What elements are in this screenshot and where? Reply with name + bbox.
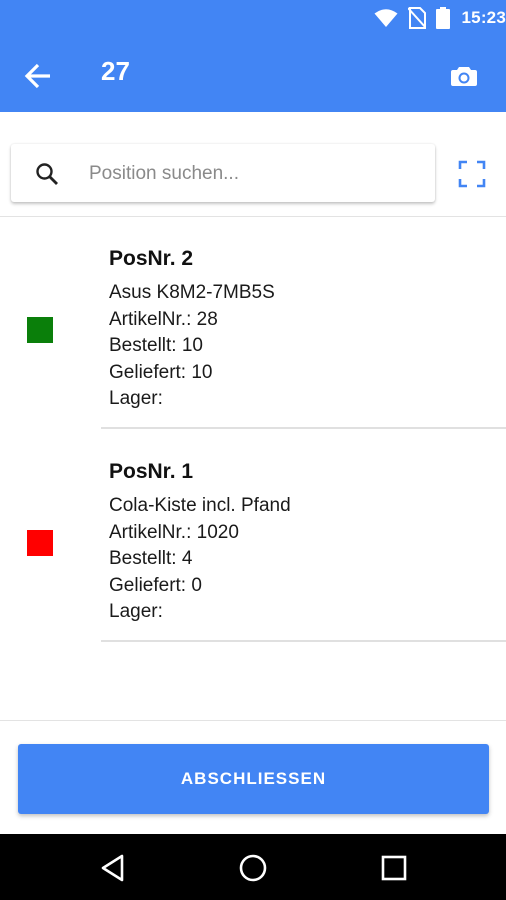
item-text: PosNr. 2 Asus K8M2-7MB5S ArtikelNr.: 28 … [109,246,275,413]
status-icons [374,7,450,29]
position-list: PosNr. 2 Asus K8M2-7MB5S ArtikelNr.: 28 … [0,216,506,642]
nav-recents-icon [381,855,407,881]
item-title: PosNr. 2 [109,247,194,270]
finish-button[interactable]: ABSCHLIESSEN [18,744,489,814]
app-bar: 15:23 27 [0,0,506,112]
toolbar: 27 [0,36,506,112]
nav-back-icon [101,854,124,882]
camera-icon [451,67,477,86]
item-bestellt: Bestellt: 10 [109,335,203,356]
nav-recents-button[interactable] [378,852,410,884]
status-time: 15:23 [461,8,506,27]
item-lager: Lager: [109,388,163,409]
nav-home-button[interactable] [237,852,269,884]
search-box[interactable] [11,144,435,202]
page-title: 27 [101,56,130,86]
status-bar: 15:23 [0,0,506,36]
item-artikel-nr: ArtikelNr.: 28 [109,308,218,330]
list-item[interactable]: PosNr. 2 Asus K8M2-7MB5S ArtikelNr.: 28 … [0,216,506,429]
status-indicator-incomplete [27,530,53,556]
item-lager: Lager: [109,601,163,622]
no-sim-icon [407,7,426,29]
list-item[interactable]: PosNr. 1 Cola-Kiste incl. Pfand ArtikelN… [0,429,506,642]
search-input[interactable] [87,154,421,194]
item-name: Asus K8M2-7MB5S [109,282,275,303]
scan-button[interactable] [458,160,486,188]
navigation-bar [0,834,506,900]
nav-back-button[interactable] [97,852,129,884]
wifi-icon [374,9,398,27]
nav-home-icon [239,854,267,882]
back-button[interactable] [22,60,54,92]
search-row [0,112,506,217]
divider [101,640,506,642]
camera-button[interactable] [448,60,480,92]
item-bestellt: Bestellt: 4 [109,548,193,569]
back-arrow-icon [24,63,50,89]
bottom-action-area: ABSCHLIESSEN [0,720,506,835]
search-icon [36,163,58,185]
item-title: PosNr. 1 [109,460,194,483]
item-geliefert: Geliefert: 10 [109,361,213,383]
item-geliefert: Geliefert: 0 [109,574,202,596]
item-artikel-nr: ArtikelNr.: 1020 [109,521,239,543]
battery-icon [435,7,450,29]
scan-frame-icon [458,160,486,188]
item-text: PosNr. 1 Cola-Kiste incl. Pfand ArtikelN… [109,459,291,626]
item-name: Cola-Kiste incl. Pfand [109,495,291,516]
status-indicator-complete [27,317,53,343]
